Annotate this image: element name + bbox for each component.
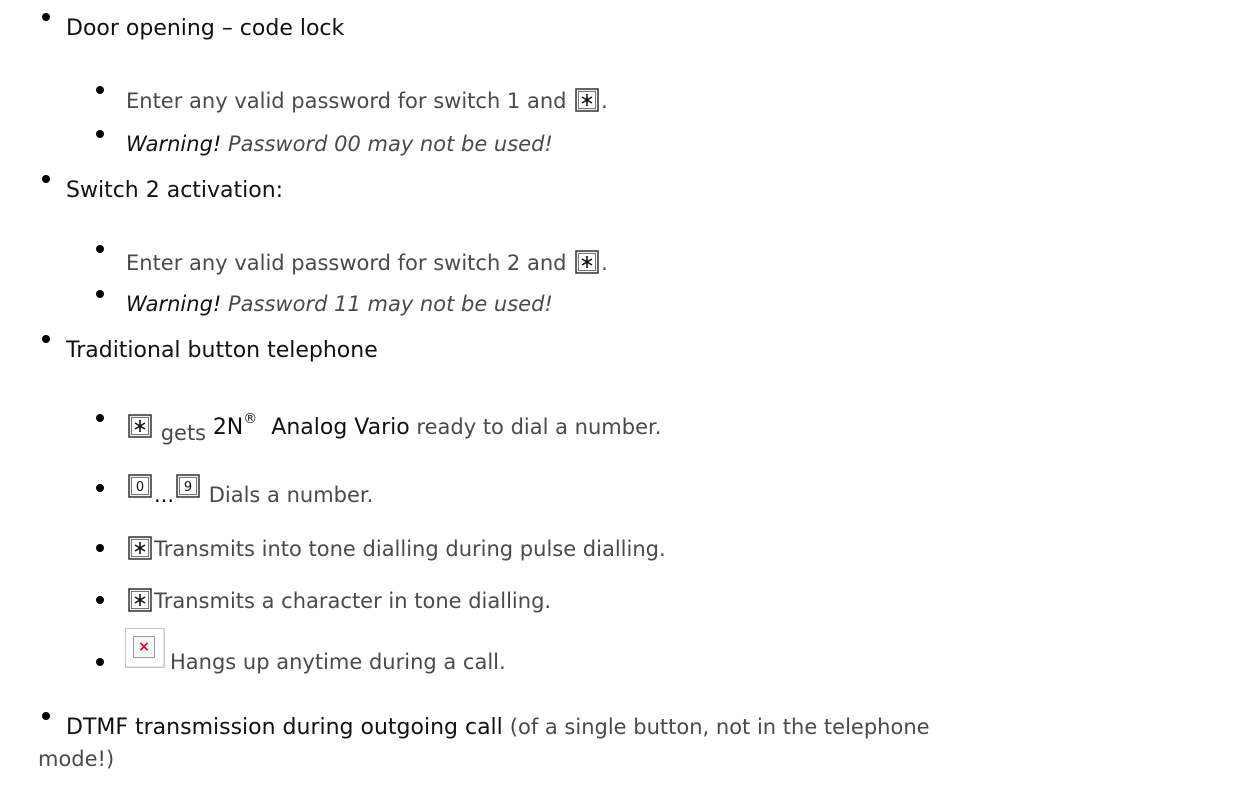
dial-text: Dials a number. (208, 483, 374, 507)
brand-name: 2N® Analog Vario (212, 412, 410, 440)
key-9-label: 9 (184, 480, 192, 495)
section-switch2-title: Switch 2 activation: (66, 178, 284, 203)
bullet (42, 712, 50, 720)
bullet (96, 484, 104, 492)
bullet (42, 13, 50, 21)
nine-key-icon: 9 (176, 474, 200, 498)
bullet (96, 658, 104, 666)
telephone-dial: 0 ... 9 Dials a number. (126, 474, 373, 506)
gets-text: gets (160, 421, 207, 445)
door-warning-text: Password 00 may not be used! (228, 132, 553, 156)
switch2-instruction-text: Enter any valid password for switch 2 an… (126, 251, 567, 275)
door-instruction: Enter any valid password for switch 1 an… (126, 88, 608, 112)
door-instruction-end: . (601, 89, 608, 113)
bullet (96, 86, 104, 94)
bullet (96, 130, 104, 138)
bullet (96, 596, 104, 604)
warning-label: Warning! (126, 132, 222, 156)
switch2-warning-text: Password 11 may not be used! (228, 292, 553, 316)
bullet (96, 414, 104, 422)
star-key-icon (575, 250, 599, 274)
dtmf-note-line2: mode!) (38, 747, 115, 771)
zero-key-icon: 0 (128, 474, 152, 498)
dtmf-title: DTMF transmission during outgoing call (66, 715, 503, 740)
brand-2n: 2N (212, 415, 244, 440)
bullet (96, 290, 104, 298)
ready-text: ready to dial a number. (416, 415, 662, 439)
switch2-warning: Warning! Password 11 may not be used! (126, 294, 553, 315)
broken-image-icon: × (125, 628, 165, 668)
section-dtmf: DTMF transmission during outgoing call (… (66, 717, 930, 739)
switch2-instruction-end: . (601, 251, 608, 275)
star-key-icon (128, 588, 152, 612)
product-name: Analog Vario (271, 415, 410, 440)
section-telephone-title: Traditional button telephone (66, 338, 378, 363)
bullet (96, 544, 104, 552)
star-key-icon (575, 88, 599, 112)
key-range-dots: ... (154, 483, 175, 507)
tone-char-text: Transmits a character in tone dialling. (154, 589, 552, 613)
warning-label: Warning! (126, 292, 222, 316)
broken-image-mark: × (133, 636, 155, 658)
door-warning: Warning! Password 00 may not be used! (126, 134, 553, 155)
star-key-icon (128, 536, 152, 560)
registered-mark: ® (243, 411, 258, 427)
tone-switch-text: Transmits into tone dialling during puls… (154, 537, 666, 561)
section-door-opening-title: Door opening – code lock (66, 16, 345, 41)
switch2-instruction: Enter any valid password for switch 2 an… (126, 250, 608, 274)
telephone-tone-switch: Transmits into tone dialling during puls… (126, 536, 666, 560)
star-key-icon (128, 414, 152, 438)
bullet (42, 335, 50, 343)
telephone-ready: gets 2N® Analog Vario ready to dial a nu… (126, 412, 661, 444)
key-0-label: 0 (136, 480, 144, 495)
telephone-tone-char: Transmits a character in tone dialling. (126, 588, 551, 612)
hangup-text: Hangs up anytime during a call. (170, 650, 506, 674)
door-instruction-text: Enter any valid password for switch 1 an… (126, 89, 567, 113)
dtmf-note-line1: (of a single button, not in the telephon… (509, 715, 930, 739)
bullet (42, 175, 50, 183)
bullet (96, 245, 104, 253)
